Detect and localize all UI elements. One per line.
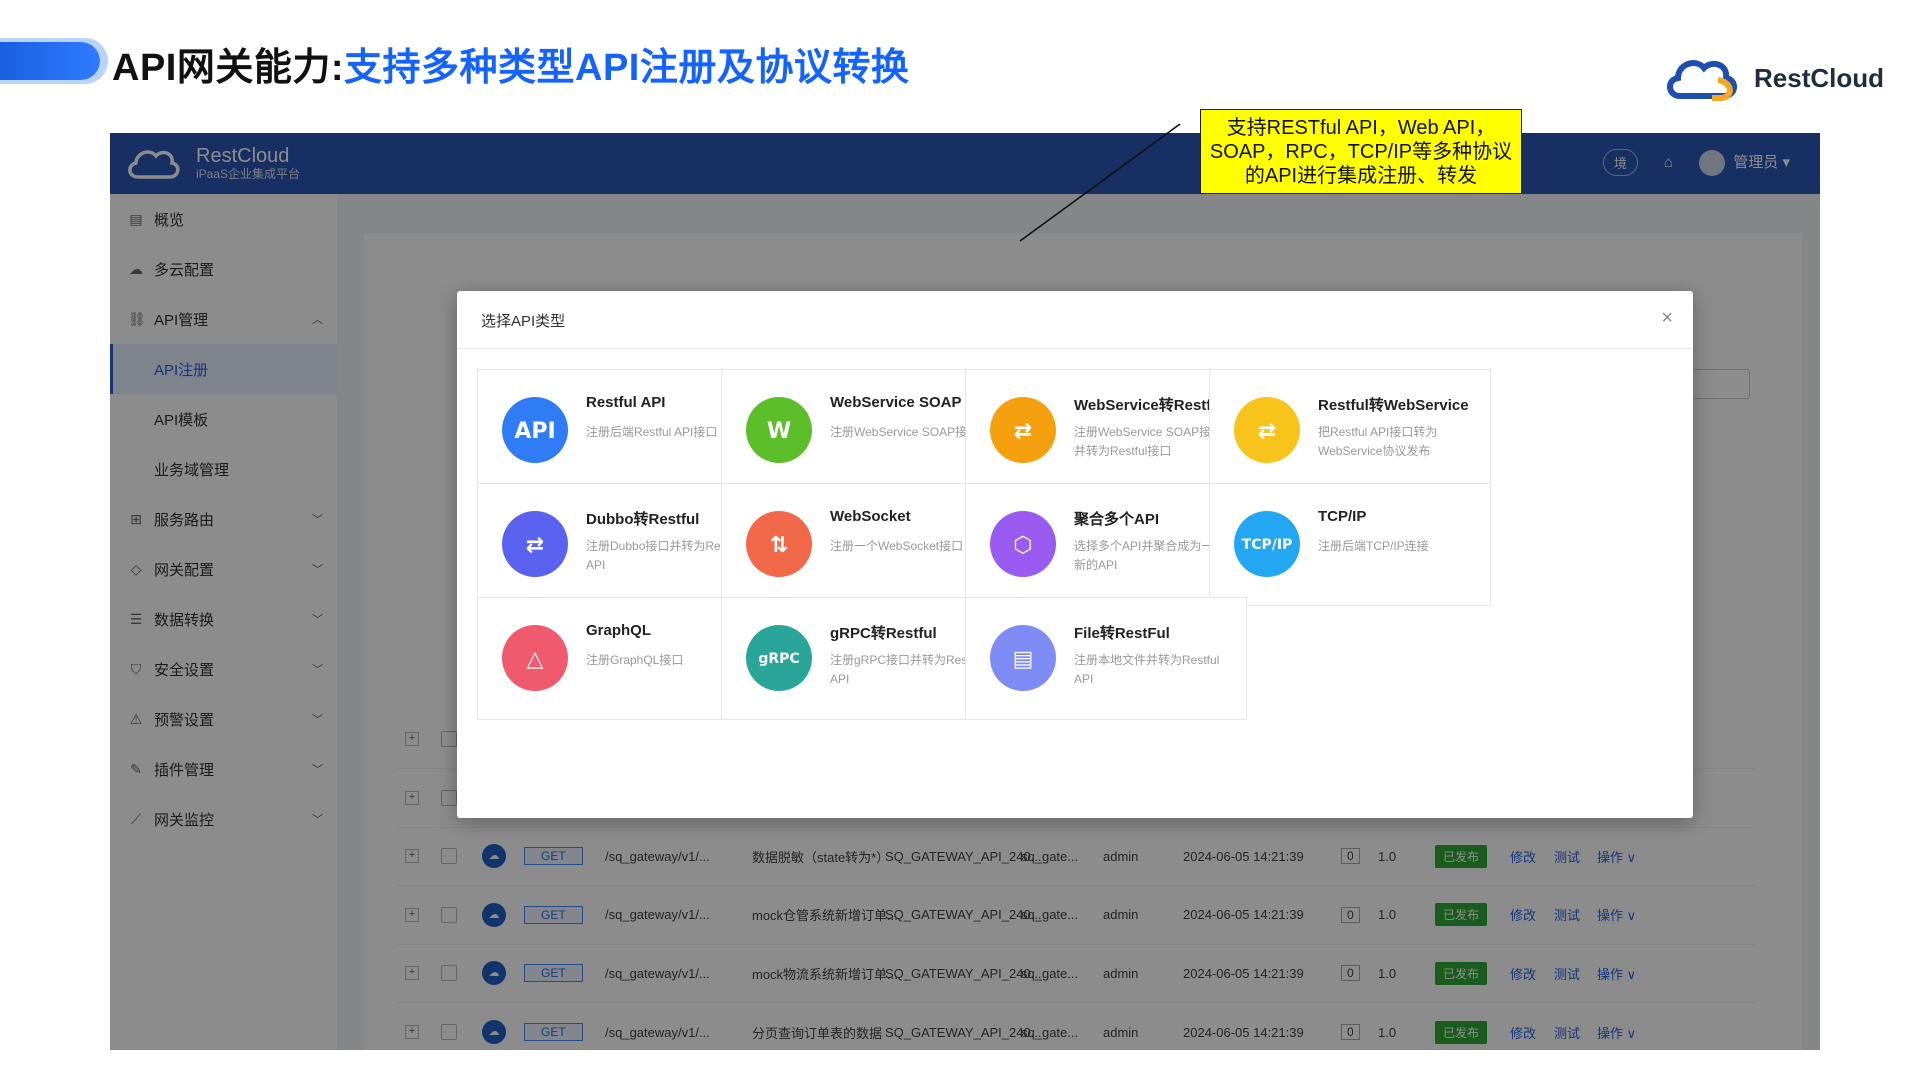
svg-text:⇄: ⇄ [1014, 419, 1032, 444]
svg-text:⇄: ⇄ [1258, 419, 1276, 444]
brand-logo: RestCloud [1662, 50, 1884, 106]
api-type-card[interactable]: gRPC gRPC转Restful 注册gRPC接口并转为Restful API [721, 597, 1003, 720]
webservice-icon: W [746, 397, 812, 463]
card-description: 把Restful API接口转为WebService协议发布 [1318, 425, 1438, 458]
card-description: 注册本地文件并转为Restful API [1074, 653, 1220, 686]
api-type-card[interactable]: TCP/IP TCP/IP 注册后端TCP/IP连接 [1209, 483, 1491, 606]
grpc-icon: gRPC [746, 625, 812, 691]
api-type-card[interactable]: W WebService SOAP 注册WebService SOAP接口 [721, 369, 1003, 492]
svg-text:TCP/IP: TCP/IP [1242, 537, 1293, 553]
dubbo-icon: ⇄ [502, 511, 568, 577]
svg-text:⇅: ⇅ [770, 533, 788, 558]
svg-text:△: △ [527, 647, 544, 672]
api-type-card[interactable]: API Restful API 注册后端Restful API接口 [477, 369, 759, 492]
callout-note: 支持RESTful API，Web API，SOAP，RPC，TCP/IP等多种… [1200, 109, 1522, 194]
graphql-icon: △ [502, 625, 568, 691]
card-title: WebService转Restful [1074, 397, 1225, 414]
aggregate-icon: ⬡ [990, 511, 1056, 577]
api-type-card[interactable]: △ GraphQL 注册GraphQL接口 [477, 597, 759, 720]
api-type-card[interactable]: ⬡ 聚合多个API 选择多个API并聚合成为一个新的API [965, 483, 1247, 606]
api-type-card[interactable]: ⇄ Restful转WebService 把Restful API接口转为WebSe… [1209, 369, 1491, 492]
card-title: Restful转WebService [1318, 397, 1469, 414]
api-icon: API [502, 397, 568, 463]
card-title: GraphQL [586, 622, 652, 639]
card-title: File转RestFul [1074, 625, 1170, 642]
divider [457, 348, 1693, 349]
card-title: 聚合多个API [1074, 511, 1160, 528]
convert-icon: ⇄ [990, 397, 1056, 463]
api-type-dialog: 选择API类型 × API Restful API 注册后端Restful API接… [457, 291, 1693, 818]
card-title: TCP/IP [1318, 508, 1367, 525]
restcloud-logo-icon [1667, 60, 1737, 101]
card-title: Dubbo转Restful [586, 511, 700, 528]
svg-text:▤: ▤ [1013, 647, 1034, 672]
api-type-card[interactable]: ⇅ WebSocket 注册一个WebSocket接口 [721, 483, 1003, 606]
card-description: 注册后端TCP/IP连接 [1318, 539, 1429, 553]
tcpip-icon: TCP/IP [1234, 511, 1300, 577]
close-icon[interactable]: × [1661, 307, 1673, 330]
svg-text:gRPC: gRPC [758, 651, 799, 667]
card-title: WebSocket [830, 508, 911, 525]
brand-name: RestCloud [1754, 62, 1884, 93]
svg-text:⇄: ⇄ [526, 533, 544, 558]
dialog-title: 选择API类型 [481, 313, 566, 330]
card-title: gRPC转Restful [830, 625, 937, 642]
api-type-card[interactable]: ⇄ WebService转Restful 注册WebService SOAP接口并转… [965, 369, 1247, 492]
api-type-card[interactable]: ⇄ Dubbo转Restful 注册Dubbo接口并转为Restful API [477, 483, 759, 606]
card-title: Restful API [586, 394, 666, 411]
svg-text:API: API [514, 419, 555, 444]
websocket-icon: ⇅ [746, 511, 812, 577]
api-type-card[interactable]: ▤ File转RestFul 注册本地文件并转为Restful API [965, 597, 1247, 720]
title-accent-bar [0, 42, 100, 80]
app-window: RestCloud iPaaS企业集成平台 境 ⌂ 管理员 ▾ ▤ 概览 ☁ 多云配… [110, 133, 1820, 1050]
svg-text:⬡: ⬡ [1013, 533, 1032, 558]
svg-text:W: W [767, 419, 791, 444]
convert-icon: ⇄ [1234, 397, 1300, 463]
file-icon: ▤ [990, 625, 1056, 691]
slide-title: API网关能力:支持多种类型API注册及协议转换 [112, 47, 910, 89]
card-title: WebService SOAP [830, 394, 962, 411]
